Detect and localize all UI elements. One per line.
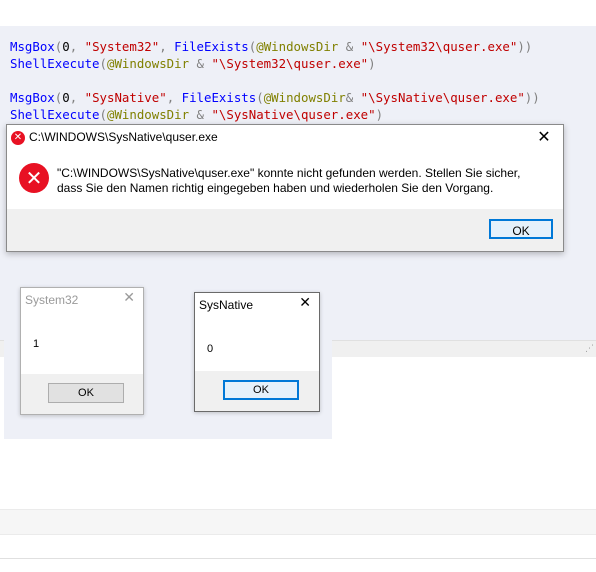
- error-dialog-titlebar[interactable]: ✕ C:\WINDOWS\SysNative\quser.exe ✕: [7, 125, 563, 151]
- code-string: "SysNative": [84, 90, 167, 105]
- error-icon: ✕: [19, 163, 49, 193]
- code-function: ShellExecute: [10, 56, 100, 71]
- code-line-4[interactable]: ShellExecute(@WindowsDir & "\SysNative\q…: [10, 106, 383, 123]
- msgbox-system32: System32 ✕ 1 OK: [20, 287, 144, 415]
- background-strip: [0, 509, 596, 535]
- error-title-icon: ✕: [11, 131, 25, 145]
- code-punctuation: ): [375, 107, 384, 122]
- code-function: FileExists: [181, 90, 257, 105]
- code-number: 0: [62, 39, 70, 54]
- resize-grip-icon[interactable]: ⋰: [582, 344, 594, 354]
- code-function: MsgBox: [10, 90, 55, 105]
- code-punctuation: (: [99, 107, 107, 122]
- background-divider: [0, 558, 596, 559]
- code-operator: &: [338, 39, 361, 54]
- ok-button[interactable]: OK: [48, 383, 124, 403]
- error-dialog-footer: OK: [7, 209, 563, 251]
- code-operator: &: [189, 56, 212, 71]
- msgbox-title: SysNative: [199, 298, 254, 312]
- code-punctuation: ,: [69, 90, 85, 105]
- ok-button[interactable]: OK: [223, 380, 299, 400]
- code-punctuation: (: [99, 56, 107, 71]
- code-line-3[interactable]: MsgBox(0, "SysNative", FileExists(@Windo…: [10, 89, 540, 106]
- code-punctuation: )): [524, 90, 540, 105]
- close-icon[interactable]: ✕: [535, 127, 553, 146]
- code-number: 0: [62, 90, 70, 105]
- code-macro: @WindowsDir: [107, 56, 190, 71]
- code-function: FileExists: [174, 39, 249, 54]
- msgbox-footer: OK: [195, 371, 319, 411]
- code-operator: &: [189, 107, 212, 122]
- code-punctuation: ,: [166, 90, 182, 105]
- code-line-1[interactable]: MsgBox(0, "System32", FileExists(@Window…: [10, 38, 532, 55]
- code-function: MsgBox: [10, 39, 55, 54]
- msgbox-value: 0: [207, 343, 214, 355]
- close-icon[interactable]: ✕: [299, 295, 311, 311]
- msgbox-title: System32: [25, 293, 79, 307]
- close-icon[interactable]: ✕: [123, 290, 135, 306]
- error-message: "C:\WINDOWS\SysNative\quser.exe" konnte …: [57, 166, 521, 195]
- code-string: "\System32\quser.exe": [360, 39, 518, 54]
- code-punctuation: )): [517, 39, 533, 54]
- error-dialog: ✕ C:\WINDOWS\SysNative\quser.exe ✕ ✕ "C:…: [6, 124, 564, 252]
- code-macro: @WindowsDir: [107, 107, 190, 122]
- msgbox-sysnative: SysNative ✕ 0 OK: [194, 292, 320, 412]
- code-string: "\SysNative\quser.exe": [211, 107, 376, 122]
- code-macro: @WindowsDir: [256, 39, 339, 54]
- msgbox-footer: OK: [21, 374, 143, 414]
- ok-button[interactable]: OK: [489, 219, 553, 239]
- code-line-2[interactable]: ShellExecute(@WindowsDir & "\System32\qu…: [10, 55, 376, 72]
- code-punctuation: (: [256, 90, 264, 105]
- msgbox-value: 1: [33, 338, 40, 350]
- code-string: "\SysNative\quser.exe": [360, 90, 525, 105]
- code-string: "\System32\quser.exe": [211, 56, 369, 71]
- error-dialog-title: C:\WINDOWS\SysNative\quser.exe: [29, 130, 218, 144]
- code-punctuation: ,: [69, 39, 85, 54]
- code-operator: &: [345, 90, 361, 105]
- code-string: "System32": [84, 39, 160, 54]
- code-macro: @WindowsDir: [263, 90, 346, 105]
- code-punctuation: ): [368, 56, 376, 71]
- code-function: ShellExecute: [10, 107, 100, 122]
- code-punctuation: ,: [159, 39, 175, 54]
